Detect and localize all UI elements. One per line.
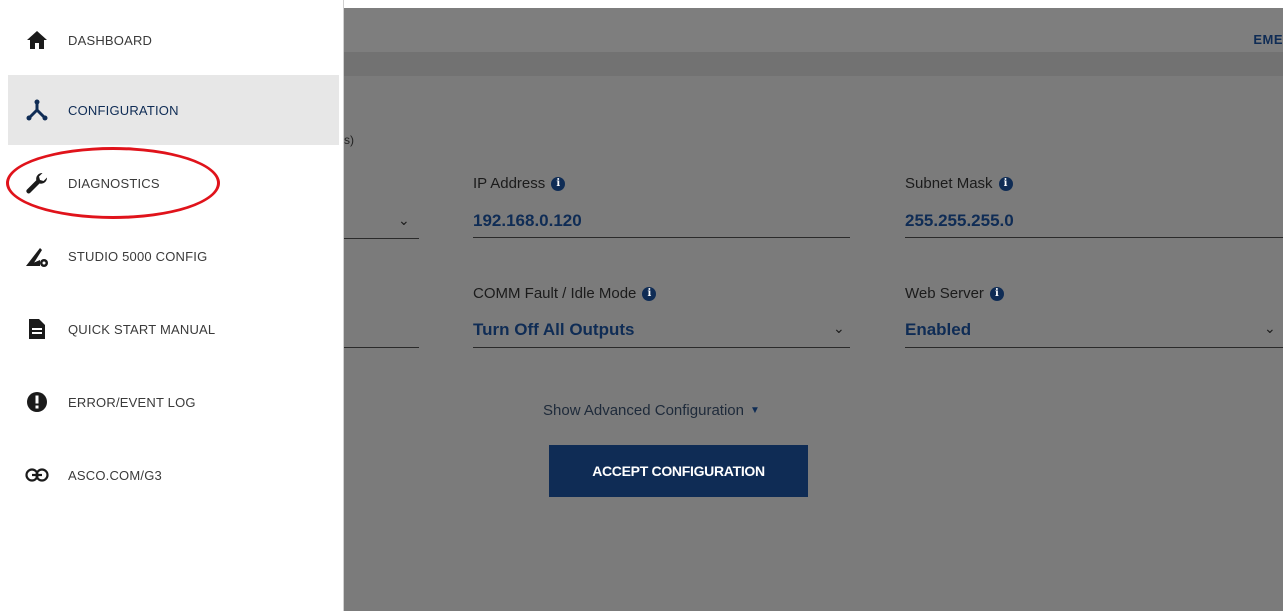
ip-address-label: IP Address i: [473, 175, 566, 192]
chevron-down-icon[interactable]: ⌄: [398, 212, 410, 229]
field-underline: [905, 347, 1283, 348]
nav-label: DASHBOARD: [68, 32, 153, 48]
network-icon: [22, 95, 52, 125]
field-underline: [473, 347, 850, 348]
web-server-select[interactable]: Enabled: [905, 320, 971, 340]
alert-icon: [22, 387, 52, 417]
document-icon: [22, 314, 52, 344]
nav-item-asco-link[interactable]: ASCO.COM/G3: [8, 440, 339, 510]
nav-item-studio-5000-config[interactable]: STUDIO 5000 CONFIG: [8, 221, 339, 291]
nav-label: ERROR/EVENT LOG: [68, 394, 196, 410]
field-underline: [473, 237, 850, 238]
info-icon[interactable]: i: [989, 286, 1004, 301]
subnet-mask-label: Subnet Mask i: [905, 175, 1013, 192]
nav-item-quick-start-manual[interactable]: QUICK START MANUAL: [8, 294, 339, 364]
nav-item-error-event-log[interactable]: ERROR/EVENT LOG: [8, 367, 339, 437]
comm-fault-select[interactable]: Turn Off All Outputs: [473, 320, 634, 340]
nav-item-diagnostics[interactable]: DIAGNOSTICS: [8, 148, 339, 218]
link-icon: [22, 460, 52, 490]
chevron-down-icon[interactable]: ⌄: [833, 320, 845, 337]
ip-address-field[interactable]: 192.168.0.120: [473, 211, 582, 231]
web-server-label: Web Server i: [905, 285, 1004, 302]
nav-item-configuration[interactable]: CONFIGURATION: [8, 75, 339, 145]
nav-label: QUICK START MANUAL: [68, 321, 216, 337]
info-icon[interactable]: i: [998, 176, 1013, 191]
section-heading-fragment: s): [344, 133, 354, 147]
info-icon[interactable]: i: [551, 176, 566, 191]
field-underline: [344, 347, 419, 348]
studio-config-icon: [22, 241, 52, 271]
nav-label: ASCO.COM/G3: [68, 467, 162, 483]
chevron-down-icon[interactable]: ⌄: [1264, 320, 1276, 337]
field-underline: [344, 238, 419, 239]
field-underline: [905, 237, 1283, 238]
header-brand: EME: [1253, 32, 1283, 47]
caret-down-icon: ▼: [749, 405, 760, 416]
comm-fault-label: COMM Fault / Idle Mode i: [473, 285, 657, 302]
wrench-icon: [22, 168, 52, 198]
nav-label: STUDIO 5000 CONFIG: [68, 248, 208, 264]
nav-label: CONFIGURATION: [68, 102, 179, 118]
info-icon[interactable]: i: [642, 286, 657, 301]
nav-label: DIAGNOSTICS: [68, 175, 160, 191]
home-icon: [22, 25, 52, 55]
navigation-drawer: DASHBOARD CONFIGURATION DIAGNOSTICS STUD…: [0, 0, 344, 611]
accept-configuration-button[interactable]: ACCEPT CONFIGURATION: [549, 445, 808, 497]
show-advanced-configuration-toggle[interactable]: Show Advanced Configuration ▼: [543, 402, 760, 419]
nav-item-dashboard[interactable]: DASHBOARD: [8, 5, 339, 75]
subnet-mask-field[interactable]: 255.255.255.0: [905, 211, 1014, 231]
